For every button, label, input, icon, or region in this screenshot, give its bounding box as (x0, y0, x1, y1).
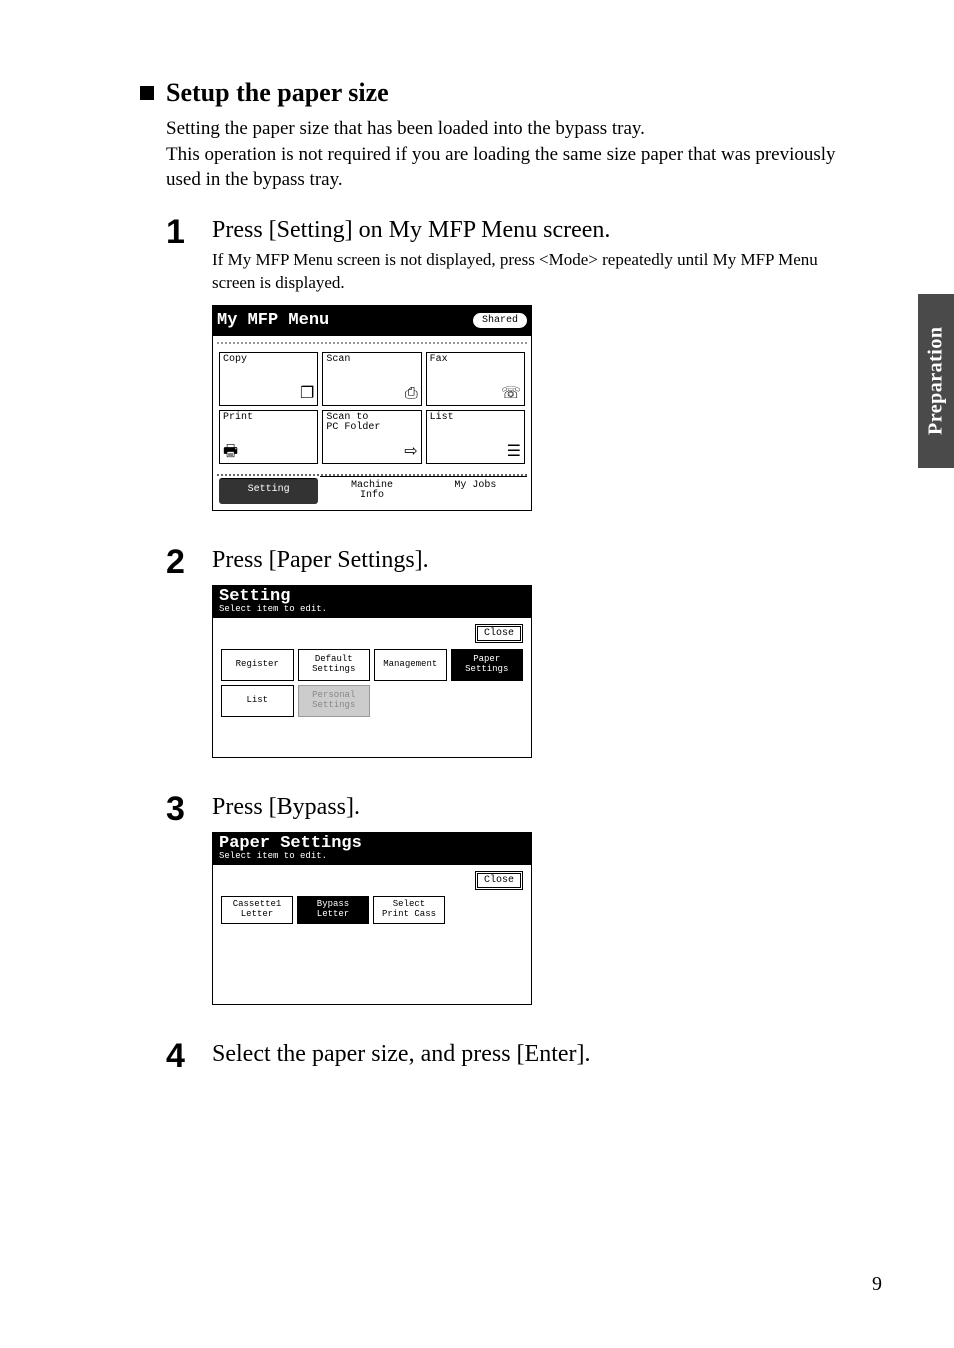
btn-list[interactable]: List (221, 685, 294, 717)
lcd-header: My MFP Menu Shared (213, 306, 531, 336)
lcd-footer-row: Setting Machine Info My Jobs (217, 474, 527, 506)
page-number: 9 (872, 1273, 882, 1296)
btn-management[interactable]: Management (374, 649, 447, 681)
close-button[interactable]: Close (475, 624, 523, 643)
lcd-paper-settings: Paper Settings Select item to edit. Clos… (212, 832, 532, 1005)
step-title: Select the paper size, and press [Enter]… (212, 1039, 860, 1069)
heading-text: Setup the paper size (166, 78, 389, 108)
step-1: 1 Press [Setting] on My MFP Menu screen.… (166, 215, 860, 511)
btn-register[interactable]: Register (221, 649, 294, 681)
lcd-subtitle: Select item to edit. (219, 852, 525, 861)
folder-icon: ⇨ (404, 444, 417, 461)
cell-print[interactable]: Print 🖶 (219, 410, 318, 464)
cell-label: Scan to PC Folder (326, 413, 417, 434)
lcd-setting: Setting Select item to edit. Close Regis… (212, 585, 532, 758)
step-number: 3 (166, 792, 194, 826)
cell-label: Scan (326, 355, 417, 366)
btn-personal-settings: Personal Settings (298, 685, 371, 717)
side-tab-preparation: Preparation (918, 294, 954, 468)
step-2: 2 Press [Paper Settings]. Setting Select… (166, 545, 860, 758)
cell-scan-to-pc[interactable]: Scan to PC Folder ⇨ (322, 410, 421, 464)
setting-grid: Register Default Settings Management Pap… (213, 647, 531, 757)
lcd-title: Setting (219, 588, 525, 605)
footer-setting-button[interactable]: Setting (219, 478, 318, 504)
btn-paper-settings[interactable]: Paper Settings (451, 649, 524, 681)
lcd-subtitle: Select item to edit. (219, 605, 525, 614)
step-note: If My MFP Menu screen is not displayed, … (212, 249, 852, 295)
document-page: Preparation Setup the paper size Setting… (0, 0, 954, 1348)
footer-my-jobs-button[interactable]: My Jobs (424, 476, 527, 506)
scan-icon: ⎙ (405, 386, 418, 403)
paper-grid: Cassette1 Letter Bypass Letter Select Pr… (213, 894, 531, 1004)
list-icon: ☰ (507, 444, 521, 461)
btn-cassette1[interactable]: Cassette1 Letter (221, 896, 293, 924)
copy-icon: ❐ (300, 386, 314, 403)
shared-button[interactable]: Shared (473, 313, 527, 328)
icon-grid: Copy ❐ Scan ⎙ Fax ☏ (217, 346, 527, 470)
print-icon: 🖶 (223, 444, 238, 461)
lcd-header: Setting Select item to edit. (213, 586, 531, 618)
step-title: Press [Paper Settings]. (212, 545, 860, 575)
footer-machine-info-button[interactable]: Machine Info (320, 476, 423, 506)
section-intro: Setting the paper size that has been loa… (166, 116, 860, 193)
cell-list[interactable]: List ☰ (426, 410, 525, 464)
cell-label: Print (223, 413, 314, 424)
content-area: Setup the paper size Setting the paper s… (140, 78, 860, 1099)
cell-copy[interactable]: Copy ❐ (219, 352, 318, 406)
bullet-square-icon (140, 86, 154, 100)
cell-label: Copy (223, 355, 314, 366)
step-number: 4 (166, 1039, 194, 1073)
section-heading: Setup the paper size (140, 78, 860, 108)
step-number: 2 (166, 545, 194, 579)
btn-bypass[interactable]: Bypass Letter (297, 896, 369, 924)
lcd-header: Paper Settings Select item to edit. (213, 833, 531, 865)
step-3: 3 Press [Bypass]. Paper Settings Select … (166, 792, 860, 1005)
btn-default-settings[interactable]: Default Settings (298, 649, 371, 681)
step-title: Press [Bypass]. (212, 792, 860, 822)
step-title: Press [Setting] on My MFP Menu screen. (212, 215, 860, 245)
cell-fax[interactable]: Fax ☏ (426, 352, 525, 406)
step-number: 1 (166, 215, 194, 249)
btn-select-print-cass[interactable]: Select Print Cass (373, 896, 445, 924)
lcd-title: Paper Settings (219, 835, 525, 852)
lcd-my-mfp-menu: My MFP Menu Shared Copy ❐ (212, 305, 532, 511)
cell-scan[interactable]: Scan ⎙ (322, 352, 421, 406)
step-4: 4 Select the paper size, and press [Ente… (166, 1039, 860, 1073)
cell-label: Fax (430, 355, 521, 366)
cell-label: List (430, 413, 521, 424)
close-button[interactable]: Close (475, 871, 523, 890)
lcd-title: My MFP Menu (217, 311, 329, 330)
fax-icon: ☏ (501, 386, 521, 403)
